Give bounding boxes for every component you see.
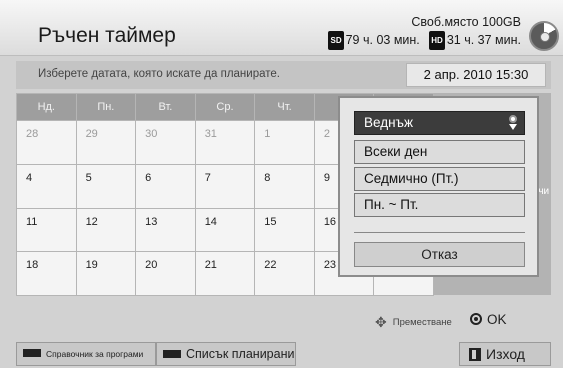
calendar-day[interactable]: 13: [135, 207, 196, 253]
current-date-display: 2 апр. 2010 15:30: [406, 63, 546, 87]
page-title: Ръчен таймер: [38, 24, 176, 47]
calendar-day[interactable]: 18: [16, 251, 77, 296]
sd-time: 79 ч. 03 мин.: [345, 33, 420, 47]
calendar-day[interactable]: 5: [75, 163, 137, 209]
calendar-day[interactable]: 6: [135, 163, 196, 209]
weekday-header: Пн.: [75, 93, 137, 121]
exit-icon: [469, 348, 481, 361]
calendar-day[interactable]: 21: [194, 251, 256, 296]
repeat-option-daily[interactable]: Всеки ден: [354, 140, 525, 164]
repeat-option-weekly[interactable]: Седмично (Пт.): [354, 167, 525, 191]
calendar-day[interactable]: 28: [16, 120, 77, 165]
schedule-list-button[interactable]: Списък планирани: [156, 342, 296, 366]
move-hint: ✥ Преместване: [375, 314, 452, 331]
calendar-day[interactable]: 31: [194, 120, 256, 165]
repeat-option-once[interactable]: Веднъж: [354, 111, 525, 135]
green-key-icon: [163, 350, 181, 358]
scroll-indicator-icon: [509, 115, 517, 131]
calendar-day[interactable]: 12: [75, 207, 137, 253]
option-label: Веднъж: [364, 115, 414, 130]
header-bar: Ръчен таймер Своб.място 100GB SD 79 ч. 03…: [0, 0, 563, 56]
red-key-icon: [23, 349, 41, 357]
calendar-day[interactable]: 4: [16, 163, 77, 209]
sd-badge: SD: [328, 31, 344, 50]
exit-label: Изход: [486, 346, 525, 362]
calendar-day[interactable]: 29: [75, 120, 137, 165]
calendar-day[interactable]: 22: [254, 251, 315, 296]
free-space-label: Своб.място 100GB: [411, 15, 521, 29]
calendar-day[interactable]: 30: [135, 120, 196, 165]
weekday-header: Нд.: [16, 93, 77, 121]
calendar-day[interactable]: 19: [75, 251, 137, 296]
instruction-bar: Изберете датата, която искате да планира…: [16, 61, 551, 89]
calendar-day[interactable]: 20: [135, 251, 196, 296]
move-hint-label: Преместване: [392, 317, 452, 328]
storage-disc-icon: [529, 21, 559, 51]
repeat-options-dialog: Веднъж Всеки ден Седмично (Пт.) Пн. ~ Пт…: [338, 96, 539, 277]
cancel-button[interactable]: Отказ: [354, 242, 525, 267]
calendar-day[interactable]: 14: [194, 207, 256, 253]
schedule-list-label: Списък планирани: [186, 347, 295, 361]
navigation-arrows-icon: ✥: [375, 314, 387, 330]
calendar-day[interactable]: 1: [254, 120, 315, 165]
calendar-day[interactable]: 11: [16, 207, 77, 253]
exit-button[interactable]: Изход: [459, 342, 551, 366]
manual-timer-screen: Ръчен таймер Своб.място 100GB SD 79 ч. 03…: [0, 0, 563, 368]
ok-hint-label: OK: [487, 312, 507, 327]
program-guide-button[interactable]: Справочник за програми: [16, 342, 156, 366]
hd-badge: HD: [429, 31, 445, 50]
calendar-day[interactable]: 8: [254, 163, 315, 209]
hd-time: 31 ч. 37 мин.: [446, 33, 521, 47]
weekday-header: Вт.: [135, 93, 196, 121]
program-guide-label: Справочник за програми: [46, 349, 144, 359]
calendar-day[interactable]: 15: [254, 207, 315, 253]
storage-info: Своб.място 100GB SD 79 ч. 03 мин. HD 31 ч.…: [322, 14, 521, 50]
ok-button-icon: [470, 313, 482, 325]
recording-time-remaining: SD 79 ч. 03 мин. HD 31 ч. 37 мин.: [322, 31, 521, 50]
calendar-day[interactable]: 7: [194, 163, 256, 209]
ok-hint: OK: [470, 312, 507, 327]
weekday-header: Ср.: [194, 93, 256, 121]
instruction-text: Изберете датата, която искате да планира…: [38, 68, 280, 80]
repeat-option-weekdays[interactable]: Пн. ~ Пт.: [354, 193, 525, 217]
dialog-divider: [354, 232, 525, 233]
weekday-header: Чт.: [254, 93, 315, 121]
